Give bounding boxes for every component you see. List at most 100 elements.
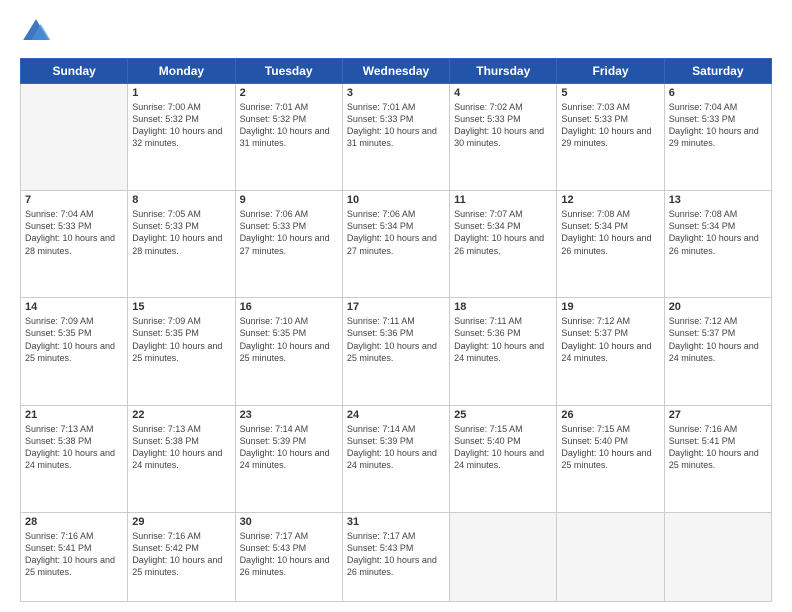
- day-info: Sunrise: 7:17 AMSunset: 5:43 PMDaylight:…: [240, 530, 338, 579]
- calendar-week-4: 21 Sunrise: 7:13 AMSunset: 5:38 PMDayligh…: [21, 405, 772, 512]
- day-number: 31: [347, 516, 445, 528]
- day-number: 1: [132, 87, 230, 99]
- day-number: 9: [240, 194, 338, 206]
- calendar-cell: [21, 84, 128, 191]
- calendar-cell: 11 Sunrise: 7:07 AMSunset: 5:34 PMDayligh…: [450, 191, 557, 298]
- day-number: 28: [25, 516, 123, 528]
- column-header-tuesday: Tuesday: [235, 59, 342, 84]
- calendar-cell: 17 Sunrise: 7:11 AMSunset: 5:36 PMDayligh…: [342, 298, 449, 405]
- calendar-cell: 2 Sunrise: 7:01 AMSunset: 5:32 PMDaylight…: [235, 84, 342, 191]
- calendar-week-5: 28 Sunrise: 7:16 AMSunset: 5:41 PMDayligh…: [21, 512, 772, 601]
- calendar-week-1: 1 Sunrise: 7:00 AMSunset: 5:32 PMDaylight…: [21, 84, 772, 191]
- day-number: 30: [240, 516, 338, 528]
- day-number: 23: [240, 409, 338, 421]
- day-info: Sunrise: 7:11 AMSunset: 5:36 PMDaylight:…: [454, 315, 552, 364]
- calendar-cell: 14Sunrise: 7:09 AMSunset: 5:35 PMDayligh…: [21, 298, 128, 405]
- day-number: 27: [669, 409, 767, 421]
- day-info: Sunrise: 7:12 AMSunset: 5:37 PMDaylight:…: [669, 315, 767, 364]
- calendar-cell: 16Sunrise: 7:10 AMSunset: 5:35 PMDayligh…: [235, 298, 342, 405]
- day-info: Sunrise: 7:10 AMSunset: 5:35 PMDaylight:…: [240, 315, 338, 364]
- day-info: Sunrise: 7:08 AMSunset: 5:34 PMDaylight:…: [669, 208, 767, 257]
- column-header-thursday: Thursday: [450, 59, 557, 84]
- day-info: Sunrise: 7:12 AMSunset: 5:37 PMDaylight:…: [561, 315, 659, 364]
- day-number: 6: [669, 87, 767, 99]
- calendar-cell: 3Sunrise: 7:01 AMSunset: 5:33 PMDaylight…: [342, 84, 449, 191]
- column-header-monday: Monday: [128, 59, 235, 84]
- day-info: Sunrise: 7:11 AMSunset: 5:36 PMDaylight:…: [347, 315, 445, 364]
- day-number: 13: [669, 194, 767, 206]
- day-number: 15: [132, 301, 230, 313]
- logo-icon: [20, 16, 52, 48]
- calendar-cell: 4 Sunrise: 7:02 AMSunset: 5:33 PMDaylight…: [450, 84, 557, 191]
- day-number: 21: [25, 409, 123, 421]
- calendar-cell: [450, 512, 557, 601]
- day-info: Sunrise: 7:16 AMSunset: 5:41 PMDaylight:…: [669, 423, 767, 472]
- day-info: Sunrise: 7:03 AMSunset: 5:33 PMDaylight:…: [561, 101, 659, 150]
- calendar-cell: 13 Sunrise: 7:08 AMSunset: 5:34 PMDayligh…: [664, 191, 771, 298]
- day-info: Sunrise: 7:00 AMSunset: 5:32 PMDaylight:…: [132, 101, 230, 150]
- column-header-saturday: Saturday: [664, 59, 771, 84]
- calendar-cell: [664, 512, 771, 601]
- calendar-cell: 12Sunrise: 7:08 AMSunset: 5:34 PMDayligh…: [557, 191, 664, 298]
- calendar-cell: 5 Sunrise: 7:03 AMSunset: 5:33 PMDaylight…: [557, 84, 664, 191]
- day-info: Sunrise: 7:05 AMSunset: 5:33 PMDaylight:…: [132, 208, 230, 257]
- day-number: 14: [25, 301, 123, 313]
- calendar-cell: 10 Sunrise: 7:06 AMSunset: 5:34 PMDayligh…: [342, 191, 449, 298]
- day-number: 24: [347, 409, 445, 421]
- calendar-cell: 15 Sunrise: 7:09 AMSunset: 5:35 PMDayligh…: [128, 298, 235, 405]
- day-info: Sunrise: 7:13 AMSunset: 5:38 PMDaylight:…: [132, 423, 230, 472]
- calendar-cell: 8 Sunrise: 7:05 AMSunset: 5:33 PMDaylight…: [128, 191, 235, 298]
- day-number: 11: [454, 194, 552, 206]
- day-info: Sunrise: 7:04 AMSunset: 5:33 PMDaylight:…: [669, 101, 767, 150]
- day-number: 2: [240, 87, 338, 99]
- day-info: Sunrise: 7:04 AMSunset: 5:33 PMDaylight:…: [25, 208, 123, 257]
- day-number: 29: [132, 516, 230, 528]
- calendar-cell: 19Sunrise: 7:12 AMSunset: 5:37 PMDayligh…: [557, 298, 664, 405]
- day-info: Sunrise: 7:01 AMSunset: 5:32 PMDaylight:…: [240, 101, 338, 150]
- calendar-cell: 20 Sunrise: 7:12 AMSunset: 5:37 PMDayligh…: [664, 298, 771, 405]
- column-header-friday: Friday: [557, 59, 664, 84]
- day-info: Sunrise: 7:15 AMSunset: 5:40 PMDaylight:…: [454, 423, 552, 472]
- day-info: Sunrise: 7:06 AMSunset: 5:33 PMDaylight:…: [240, 208, 338, 257]
- day-info: Sunrise: 7:17 AMSunset: 5:43 PMDaylight:…: [347, 530, 445, 579]
- calendar-week-2: 7 Sunrise: 7:04 AMSunset: 5:33 PMDaylight…: [21, 191, 772, 298]
- day-number: 20: [669, 301, 767, 313]
- calendar-cell: 24 Sunrise: 7:14 AMSunset: 5:39 PMDayligh…: [342, 405, 449, 512]
- day-info: Sunrise: 7:16 AMSunset: 5:41 PMDaylight:…: [25, 530, 123, 579]
- day-info: Sunrise: 7:02 AMSunset: 5:33 PMDaylight:…: [454, 101, 552, 150]
- calendar-cell: 30 Sunrise: 7:17 AMSunset: 5:43 PMDayligh…: [235, 512, 342, 601]
- day-number: 10: [347, 194, 445, 206]
- day-info: Sunrise: 7:01 AMSunset: 5:33 PMDaylight:…: [347, 101, 445, 150]
- day-info: Sunrise: 7:14 AMSunset: 5:39 PMDaylight:…: [240, 423, 338, 472]
- day-number: 5: [561, 87, 659, 99]
- day-number: 12: [561, 194, 659, 206]
- day-info: Sunrise: 7:07 AMSunset: 5:34 PMDaylight:…: [454, 208, 552, 257]
- day-number: 25: [454, 409, 552, 421]
- calendar-table: SundayMondayTuesdayWednesdayThursdayFrid…: [20, 58, 772, 602]
- day-number: 22: [132, 409, 230, 421]
- day-info: Sunrise: 7:14 AMSunset: 5:39 PMDaylight:…: [347, 423, 445, 472]
- calendar-header-row: SundayMondayTuesdayWednesdayThursdayFrid…: [21, 59, 772, 84]
- day-info: Sunrise: 7:06 AMSunset: 5:34 PMDaylight:…: [347, 208, 445, 257]
- calendar-cell: 9 Sunrise: 7:06 AMSunset: 5:33 PMDaylight…: [235, 191, 342, 298]
- column-header-wednesday: Wednesday: [342, 59, 449, 84]
- header: [20, 16, 772, 48]
- calendar-cell: 21 Sunrise: 7:13 AMSunset: 5:38 PMDayligh…: [21, 405, 128, 512]
- day-info: Sunrise: 7:09 AMSunset: 5:35 PMDaylight:…: [132, 315, 230, 364]
- calendar-cell: 18Sunrise: 7:11 AMSunset: 5:36 PMDayligh…: [450, 298, 557, 405]
- day-number: 4: [454, 87, 552, 99]
- calendar-cell: 31 Sunrise: 7:17 AMSunset: 5:43 PMDayligh…: [342, 512, 449, 601]
- day-number: 17: [347, 301, 445, 313]
- calendar-cell: 29Sunrise: 7:16 AMSunset: 5:42 PMDayligh…: [128, 512, 235, 601]
- day-number: 26: [561, 409, 659, 421]
- calendar-cell: 1 Sunrise: 7:00 AMSunset: 5:32 PMDaylight…: [128, 84, 235, 191]
- day-info: Sunrise: 7:13 AMSunset: 5:38 PMDaylight:…: [25, 423, 123, 472]
- calendar-cell: [557, 512, 664, 601]
- day-number: 8: [132, 194, 230, 206]
- page: SundayMondayTuesdayWednesdayThursdayFrid…: [0, 0, 792, 612]
- logo: [20, 16, 56, 48]
- day-number: 7: [25, 194, 123, 206]
- calendar-cell: 7 Sunrise: 7:04 AMSunset: 5:33 PMDaylight…: [21, 191, 128, 298]
- calendar-cell: 25 Sunrise: 7:15 AMSunset: 5:40 PMDayligh…: [450, 405, 557, 512]
- calendar-cell: 6 Sunrise: 7:04 AMSunset: 5:33 PMDaylight…: [664, 84, 771, 191]
